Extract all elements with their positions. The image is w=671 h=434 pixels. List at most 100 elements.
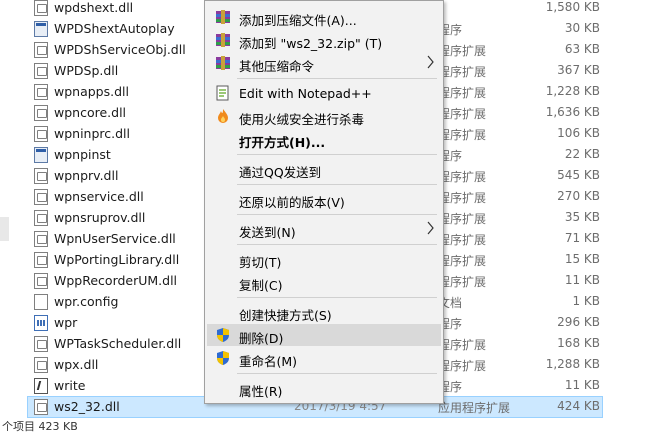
menu-item-copy[interactable]: 复制(C) <box>207 271 441 293</box>
file-size: 270 KB <box>557 189 600 203</box>
menu-item-send-via-qq[interactable]: 通过QQ发送到 <box>207 158 441 180</box>
file-name: WPDShServiceObj.dll <box>54 42 186 57</box>
file-type: 程序扩展 <box>438 212 487 226</box>
file-name: wpnservice.dll <box>54 189 144 204</box>
write-app-icon <box>34 378 48 394</box>
status-bar: 个项目 423 KB <box>2 420 78 433</box>
menu-label: 其他压缩命令 <box>239 59 315 74</box>
huorong-flame-icon <box>215 108 231 124</box>
file-size: 367 KB <box>557 63 600 77</box>
config-file-icon <box>34 294 48 310</box>
file-size: 106 KB <box>557 126 600 140</box>
file-size: 1,288 KB <box>545 357 600 371</box>
file-name: WPTaskScheduler.dll <box>54 336 182 351</box>
file-size: 424 KB <box>557 399 600 413</box>
menu-label: 添加到 "ws2_32.zip" (T) <box>239 36 383 51</box>
menu-item-edit-notepad[interactable]: Edit with Notepad++ <box>207 82 441 104</box>
file-type: 程序扩展 <box>438 107 487 121</box>
file-name: write <box>54 378 86 393</box>
uac-shield-icon <box>215 327 231 343</box>
file-name: wpdshext.dll <box>54 0 134 15</box>
menu-item-cut[interactable]: 剪切(T) <box>207 248 441 270</box>
menu-item-properties[interactable]: 属性(R) <box>207 377 441 399</box>
file-size: 545 KB <box>557 168 600 182</box>
exe-file-icon <box>34 147 48 163</box>
chevron-right-icon <box>427 221 435 238</box>
file-name: wpnpinst <box>54 147 111 162</box>
dll-file-icon <box>34 336 48 352</box>
file-size: 22 KB <box>564 147 600 161</box>
dll-file-icon <box>34 252 48 268</box>
file-size: 11 KB <box>564 273 600 287</box>
menu-separator <box>237 184 437 185</box>
menu-item-huorong-scan[interactable]: 使用火绒安全进行杀毒 <box>207 105 441 127</box>
menu-separator <box>237 214 437 215</box>
winrar-archive-icon <box>215 32 231 48</box>
file-type: 程序扩展 <box>438 275 487 289</box>
menu-label: Edit with Notepad++ <box>239 86 372 101</box>
dll-file-icon <box>34 0 48 16</box>
file-name: WpPortingLibrary.dll <box>54 252 180 267</box>
dll-file-icon <box>34 126 48 142</box>
file-name: wpnsruprov.dll <box>54 210 146 225</box>
file-size: 1,580 KB <box>545 0 600 14</box>
menu-item-open-with[interactable]: 打开方式(H)... <box>207 128 441 150</box>
chevron-right-icon <box>427 55 435 72</box>
menu-item-add-to-archive[interactable]: 添加到压缩文件(A)... <box>207 6 441 28</box>
file-name: wpx.dll <box>54 357 99 372</box>
wpr-app-icon <box>34 315 48 331</box>
menu-item-create-shortcut[interactable]: 创建快捷方式(S) <box>207 301 441 323</box>
dll-file-icon <box>34 399 48 415</box>
file-type: 程序扩展 <box>438 338 487 352</box>
file-size: 1 KB <box>572 294 600 308</box>
file-size: 296 KB <box>557 315 600 329</box>
menu-label: 删除(D) <box>239 331 284 346</box>
file-size: 11 KB <box>564 378 600 392</box>
file-type: 程序扩展 <box>438 233 487 247</box>
menu-label: 属性(R) <box>239 384 283 399</box>
context-menu: 添加到压缩文件(A)... 添加到 "ws2_32.zip" (T) 其他压缩命… <box>204 0 444 404</box>
file-name: wpr.config <box>54 294 119 309</box>
menu-separator <box>237 244 437 245</box>
file-type: 程序扩展 <box>438 191 487 205</box>
file-size: 63 KB <box>564 42 600 56</box>
dll-file-icon <box>34 189 48 205</box>
menu-item-send-to[interactable]: 发送到(N) <box>207 218 441 240</box>
winrar-archive-icon <box>215 55 231 71</box>
menu-label: 使用火绒安全进行杀毒 <box>239 112 365 127</box>
file-size: 168 KB <box>557 336 600 350</box>
file-type: 程序扩展 <box>438 128 487 142</box>
dll-file-icon <box>34 210 48 226</box>
dll-file-icon <box>34 42 48 58</box>
file-type: 程序扩展 <box>438 65 487 79</box>
dll-file-icon <box>34 105 48 121</box>
menu-label: 创建快捷方式(S) <box>239 308 332 323</box>
file-size: 1,228 KB <box>545 84 600 98</box>
menu-item-restore-previous[interactable]: 还原以前的版本(V) <box>207 188 441 210</box>
dll-file-icon <box>34 231 48 247</box>
file-size: 1,636 KB <box>545 105 600 119</box>
dll-file-icon <box>34 357 48 373</box>
file-type: 应用程序扩展 <box>438 401 511 415</box>
uac-shield-icon <box>215 350 231 366</box>
menu-item-delete[interactable]: 删除(D) <box>207 324 441 346</box>
exe-file-icon <box>34 21 48 37</box>
menu-separator <box>237 373 437 374</box>
menu-separator <box>237 297 437 298</box>
file-name: wpnapps.dll <box>54 84 129 99</box>
file-type: 程序扩展 <box>438 254 487 268</box>
file-type: 程序扩展 <box>438 170 487 184</box>
file-name: wpnprv.dll <box>54 168 119 183</box>
menu-item-add-to-zip[interactable]: 添加到 "ws2_32.zip" (T) <box>207 29 441 51</box>
notepad-plus-plus-icon <box>215 85 231 101</box>
menu-label: 还原以前的版本(V) <box>239 195 345 210</box>
menu-item-other-compress[interactable]: 其他压缩命令 <box>207 52 441 74</box>
menu-label: 打开方式(H)... <box>239 135 326 150</box>
menu-item-rename[interactable]: 重命名(M) <box>207 347 441 369</box>
file-size: 15 KB <box>564 252 600 266</box>
file-size: 71 KB <box>564 231 600 245</box>
menu-label: 复制(C) <box>239 278 283 293</box>
dll-file-icon <box>34 84 48 100</box>
menu-label: 剪切(T) <box>239 255 282 270</box>
file-name: WppRecorderUM.dll <box>54 273 178 288</box>
